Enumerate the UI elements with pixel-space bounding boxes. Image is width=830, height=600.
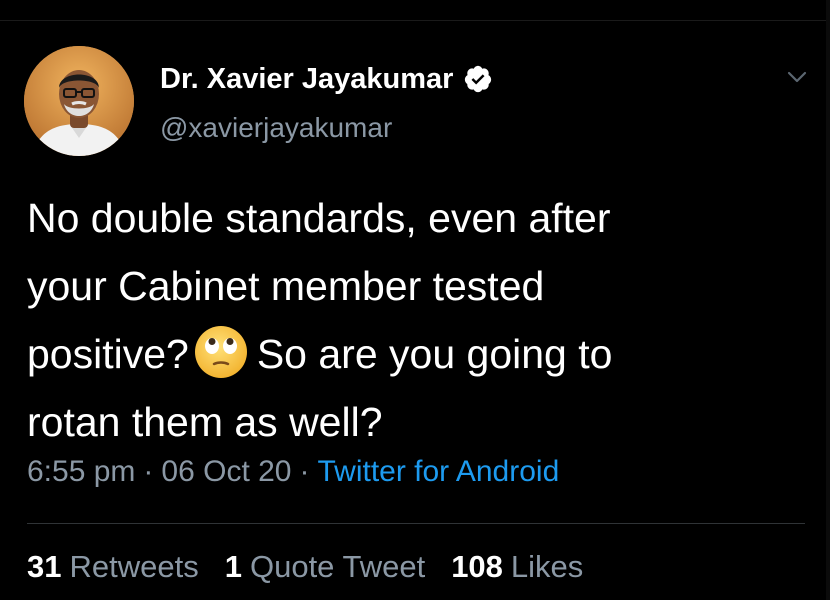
author-name-row: Dr. Xavier Jayakumar — [160, 60, 493, 98]
profile-photo-icon — [24, 46, 134, 156]
meta-separator: · — [299, 455, 310, 488]
quote-count: 1 — [224, 549, 242, 584]
retweets-label: Retweets — [69, 549, 199, 584]
tweet-date: 06 Oct 20 — [161, 455, 292, 488]
retweets-count: 31 — [27, 549, 62, 584]
author-handle[interactable]: @xavierjayakumar — [160, 112, 392, 144]
tweet-source-link[interactable]: Twitter for Android — [317, 455, 559, 488]
avatar[interactable] — [24, 46, 134, 156]
tweet-stats: 31 Retweets 1 Quote Tweet 108 Likes — [27, 549, 583, 585]
quote-tweet-stat[interactable]: 1 Quote Tweet — [225, 549, 425, 585]
tweet-line: rotan them as well? — [27, 399, 383, 445]
tweet-text: No double standards, even after your Cab… — [27, 184, 817, 456]
tweet-line-part: positive? — [27, 331, 189, 377]
meta-separator: · — [143, 455, 154, 488]
face-with-rolling-eyes-icon — [194, 326, 247, 378]
tweet-line: your Cabinet member tested — [27, 263, 545, 309]
tweet-meta: 6:55 pm · 06 Oct 20 · Twitter for Android — [27, 455, 559, 489]
tweet-time: 6:55 pm — [27, 455, 136, 488]
scrollbar[interactable] — [826, 0, 830, 600]
tweet-line-with-emoji: positive? So are you going to — [27, 320, 817, 388]
divider — [27, 523, 805, 524]
verified-badge-icon — [465, 65, 492, 93]
likes-count: 108 — [451, 549, 503, 584]
likes-stat[interactable]: 108 Likes — [451, 549, 583, 585]
retweets-stat[interactable]: 31 Retweets — [27, 549, 199, 585]
likes-label: Likes — [510, 549, 584, 584]
tweet-line: No double standards, even after — [27, 195, 611, 241]
top-divider — [0, 20, 830, 21]
chevron-down-icon[interactable] — [782, 62, 812, 92]
quote-label: Quote Tweet — [249, 549, 426, 584]
author-display-name[interactable]: Dr. Xavier Jayakumar — [160, 63, 453, 96]
tweet-line-part: So are you going to — [256, 331, 613, 377]
